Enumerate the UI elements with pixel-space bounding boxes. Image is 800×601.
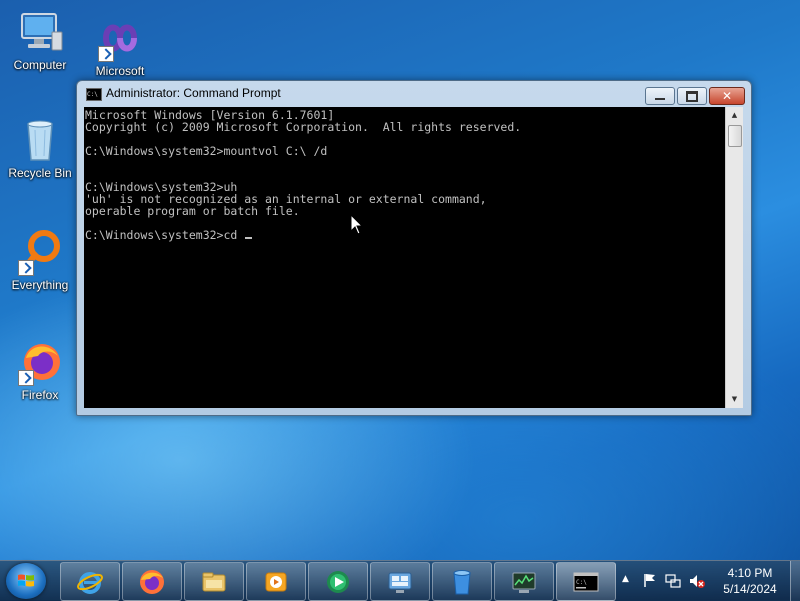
minimize-button[interactable] xyxy=(645,87,675,105)
maximize-button[interactable] xyxy=(677,87,707,105)
mouse-pointer-icon xyxy=(350,213,364,236)
desktop-icon-label: Microsoft xyxy=(95,64,145,78)
taskbar-control-panel[interactable] xyxy=(370,562,430,601)
command-prompt-window[interactable]: C:\ Administrator: Command Prompt ✕ Micr… xyxy=(76,80,752,416)
taskbar: C:\ ▲ 4:10 PM 5/14/2024 xyxy=(0,560,800,601)
show-hidden-icons-chevron-icon[interactable]: ▲ xyxy=(622,574,629,584)
close-icon: ✕ xyxy=(721,89,733,103)
show-desktop-button[interactable] xyxy=(790,561,800,601)
recycle-bin-icon xyxy=(16,116,64,164)
media-center-icon xyxy=(327,571,349,593)
close-button[interactable]: ✕ xyxy=(709,87,745,105)
firefox-icon xyxy=(140,570,164,594)
desktop-icon-label: Computer xyxy=(13,58,67,72)
taskbar-media-center[interactable] xyxy=(308,562,368,601)
scroll-down-arrow-icon[interactable]: ▼ xyxy=(726,391,743,408)
control-panel-icon xyxy=(388,572,412,593)
vertical-scrollbar[interactable]: ▲ ▼ xyxy=(725,107,743,408)
clock-date: 5/14/2024 xyxy=(723,582,777,596)
performance-monitor-icon xyxy=(512,572,536,593)
scrollbar-thumb[interactable] xyxy=(728,125,742,147)
window-title: Administrator: Command Prompt xyxy=(106,86,281,100)
console-line: Copyright (c) 2009 Microsoft Corporation… xyxy=(85,120,522,134)
windows-explorer-icon xyxy=(202,572,226,592)
desktop-icon-microsoft[interactable]: Microsoft xyxy=(82,14,158,78)
console-output[interactable]: Microsoft Windows [Version 6.1.7601] Cop… xyxy=(84,107,725,408)
microsoft-visual-studio-icon xyxy=(96,14,144,62)
media-player-icon xyxy=(265,572,287,592)
shortcut-arrow-icon xyxy=(18,260,34,276)
desktop-icon-everything[interactable]: Everything xyxy=(2,228,78,292)
command-prompt-title-icon[interactable]: C:\ xyxy=(86,88,102,101)
everything-search-icon xyxy=(16,228,64,276)
taskbar-internet-explorer[interactable] xyxy=(60,562,120,601)
windows-logo-icon xyxy=(18,574,34,587)
svg-text:C:\: C:\ xyxy=(576,579,587,586)
clock-time: 4:10 PM xyxy=(727,566,773,580)
desktop-icon-computer[interactable]: Computer xyxy=(2,8,78,72)
taskbar-command-prompt[interactable]: C:\ xyxy=(556,562,616,601)
console-prompt-line: C:\Windows\system32>cd xyxy=(85,228,245,242)
firefox-icon xyxy=(16,338,64,386)
desktop-icon-label: Recycle Bin xyxy=(8,166,72,180)
computer-icon xyxy=(16,8,64,56)
desktop-icon-label: Firefox xyxy=(21,388,59,402)
network-icon[interactable] xyxy=(664,572,682,590)
text-cursor xyxy=(245,237,253,239)
console-line: operable program or batch file. xyxy=(85,204,300,218)
taskbar-performance-monitor[interactable] xyxy=(494,562,554,601)
taskbar-recycle-bin[interactable] xyxy=(432,562,492,601)
command-prompt-icon: C:\ xyxy=(573,572,599,592)
taskbar-clock[interactable]: 4:10 PM 5/14/2024 xyxy=(714,565,786,597)
window-titlebar[interactable]: C:\ Administrator: Command Prompt ✕ xyxy=(77,81,751,107)
console-line: C:\Windows\system32>mountvol C:\ /d xyxy=(85,144,328,158)
internet-explorer-icon xyxy=(77,572,103,594)
recycle-bin-icon xyxy=(453,570,471,595)
shortcut-arrow-icon xyxy=(98,46,114,62)
desktop-icon-recycle-bin[interactable]: Recycle Bin xyxy=(2,116,78,180)
shortcut-arrow-icon xyxy=(18,370,34,386)
taskbar-windows-explorer[interactable] xyxy=(184,562,244,601)
taskbar-media-player[interactable] xyxy=(246,562,306,601)
desktop-icon-label: Everything xyxy=(11,278,69,292)
taskbar-firefox[interactable] xyxy=(122,562,182,601)
scroll-up-arrow-icon[interactable]: ▲ xyxy=(726,107,743,124)
action-center-flag-icon[interactable] xyxy=(642,572,658,588)
desktop-icon-firefox[interactable]: Firefox xyxy=(2,338,78,402)
start-button[interactable] xyxy=(6,563,46,599)
volume-muted-icon[interactable] xyxy=(688,572,706,590)
